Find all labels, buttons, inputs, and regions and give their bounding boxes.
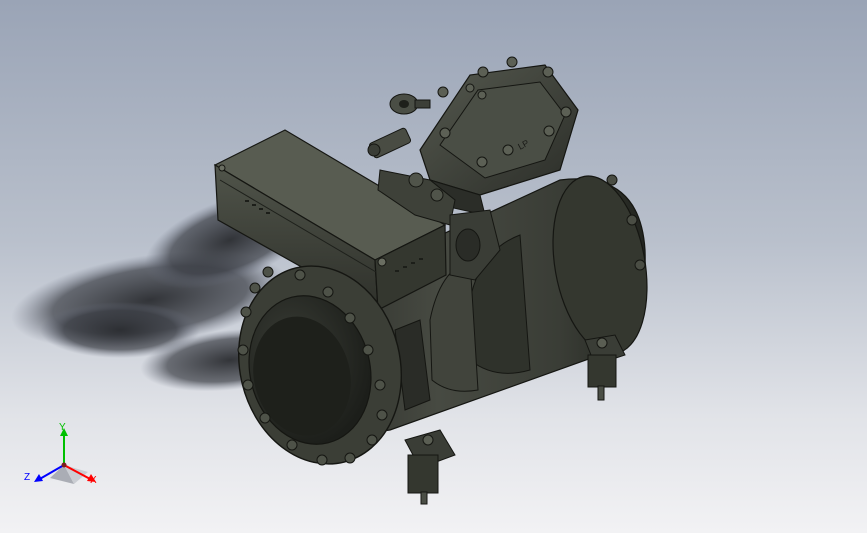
triad-icon [34,428,96,484]
axis-triad[interactable]: Y Z X [22,420,112,500]
y-axis-label: Y [59,422,66,433]
x-axis-label: X [90,475,97,486]
mounting-foot-rear [584,334,626,401]
mounting-foot-front [404,429,456,505]
graphics-viewport[interactable]: LP Y Z X [0,0,867,533]
z-axis-label: Z [24,472,31,483]
3d-model-scene[interactable]: LP [0,0,867,533]
service-valve [367,127,412,159]
lifting-eye [389,93,431,115]
